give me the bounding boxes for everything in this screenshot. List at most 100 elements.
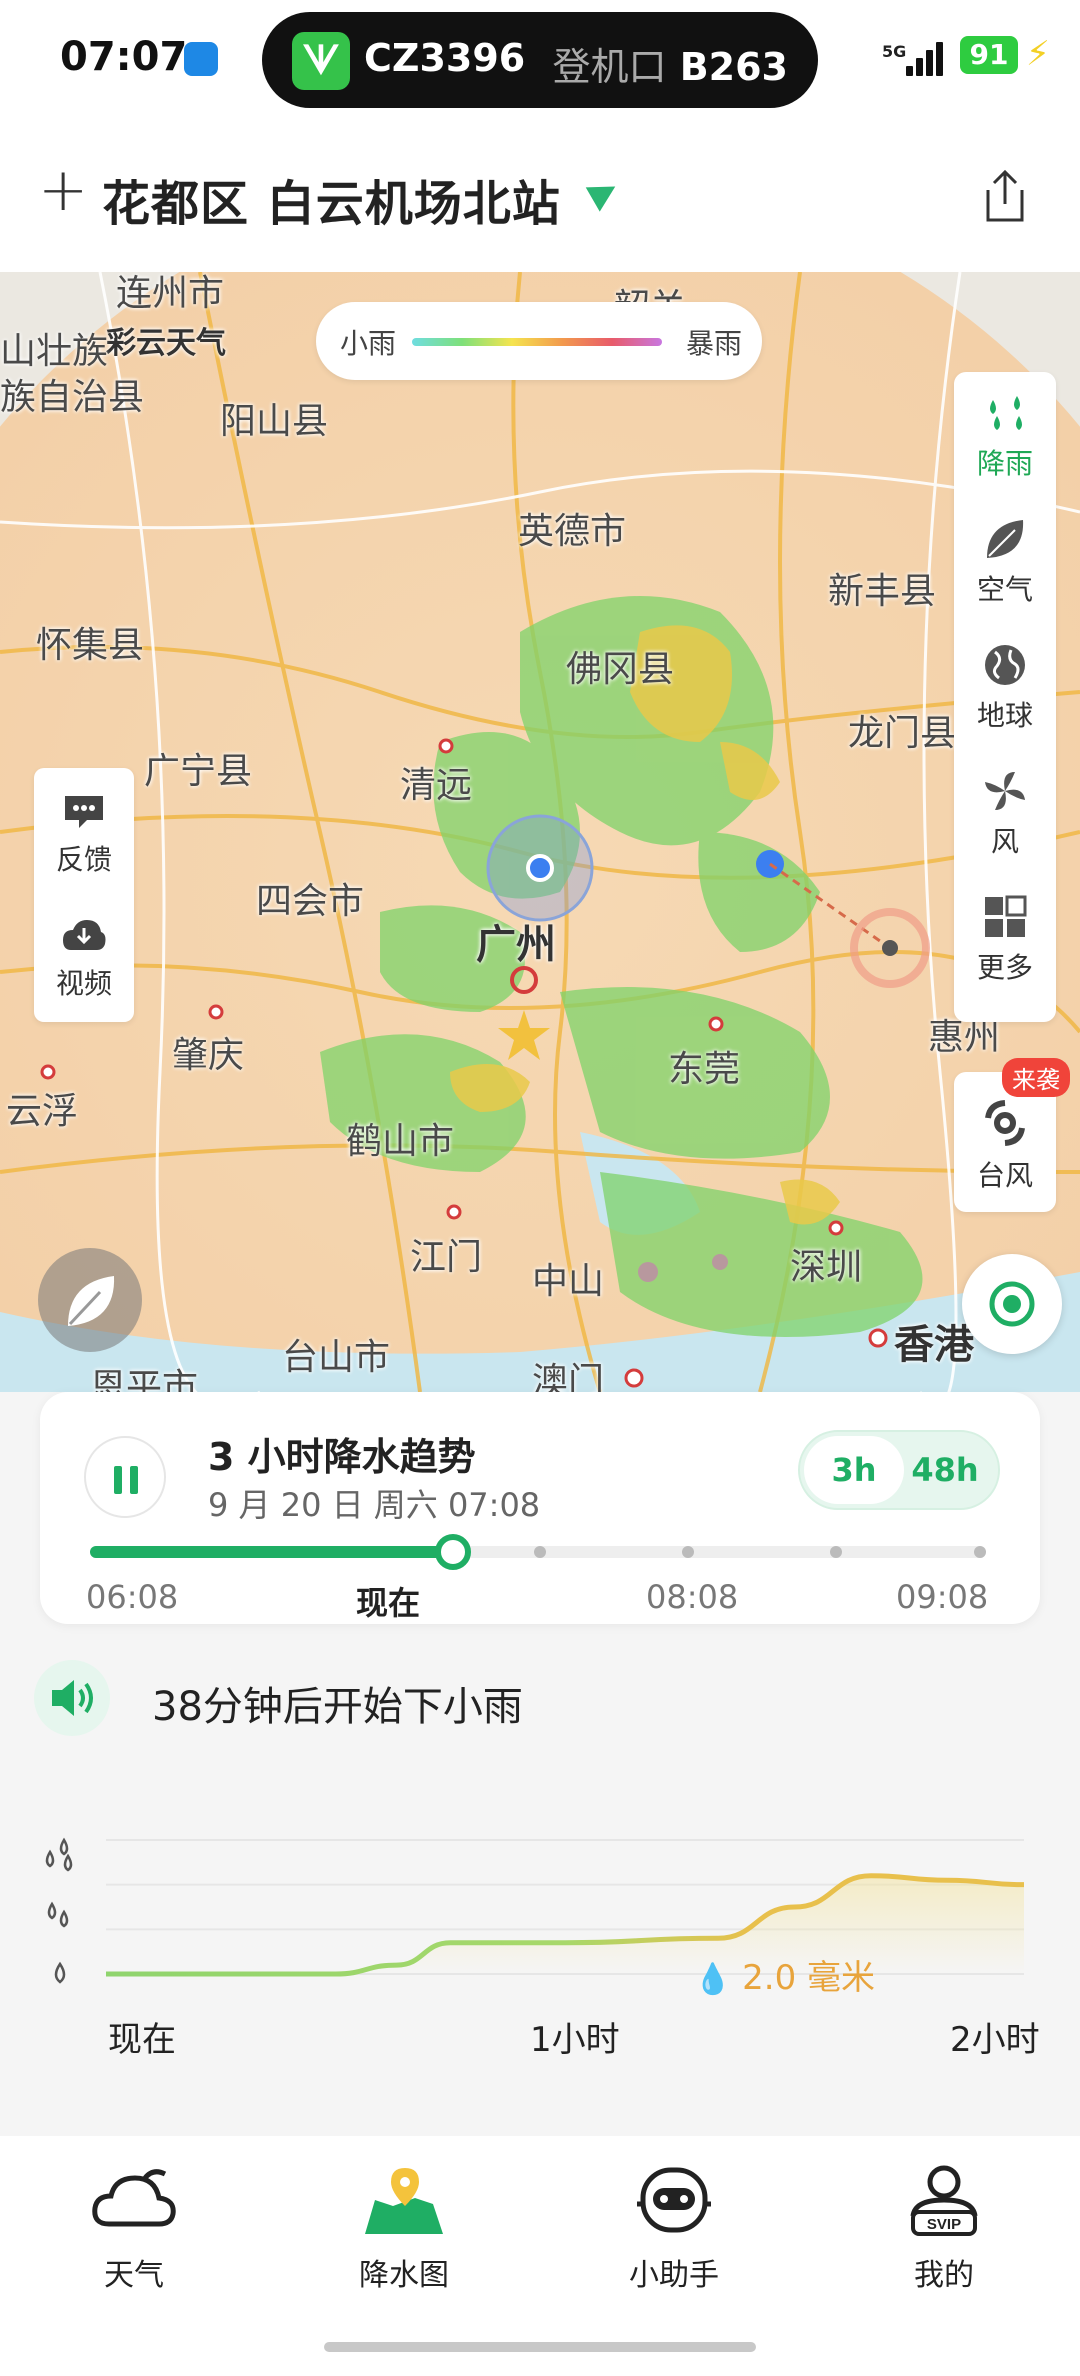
layer-rain-button[interactable]: 降雨: [954, 390, 1056, 482]
speaker-button[interactable]: [34, 1660, 110, 1736]
x-axis-label: 现在: [108, 2020, 176, 2060]
globe-icon: [985, 645, 1025, 685]
nav-assistant[interactable]: 小助手: [594, 2160, 754, 2294]
toggle-3h[interactable]: 3h: [804, 1436, 904, 1504]
layer-globe-button[interactable]: 地球: [954, 642, 1056, 734]
toggle-48h[interactable]: 48h: [900, 1436, 990, 1504]
speaker-icon: [52, 1680, 93, 1716]
nav-weather[interactable]: 天气: [54, 2160, 214, 2294]
map-label: 清远: [400, 765, 473, 806]
nav-rain-map-label: 降水图: [359, 2258, 449, 2293]
rainfall-value-label: 💧 2.0 毫米: [694, 1950, 875, 1999]
map-label: 英德市: [518, 511, 627, 552]
battery-level: 91: [960, 36, 1018, 74]
layer-more-button[interactable]: 更多: [954, 894, 1056, 986]
bottom-navigation: 天气 降水图 小助手 SVIP 我的: [0, 2136, 1080, 2376]
map-label: 澳门: [532, 1361, 605, 1392]
locate-icon: [989, 1281, 1035, 1327]
map-label: 云浮: [6, 1091, 79, 1132]
precipitation-trend-card: 3 小时降水趋势 9 月 20 日 周六 07:08 3h 48h 06:08 …: [40, 1392, 1040, 1624]
home-indicator: [324, 2342, 756, 2352]
rain-alert: 38分钟后开始下小雨: [34, 1660, 1034, 1740]
map-label: 佛冈县: [566, 649, 675, 690]
rainfall-chart: 💧 2.0 毫米 现在 1小时 2小时: [0, 1780, 1080, 2080]
map-label: 山壮族: [0, 331, 109, 372]
map-label: 东莞: [668, 1049, 741, 1090]
add-location-icon[interactable]: +: [38, 160, 88, 220]
location-title[interactable]: 花都区 白云机场北站: [102, 164, 561, 234]
light-rain-drop-icon: [54, 1961, 66, 1984]
radar-map[interactable]: 连州市 韶关 彩云天气 山壮族 族自治县 阳山县 英德市 新丰县 怀集县 佛冈县…: [0, 272, 1080, 1392]
medium-rain-drops-icon: [47, 1901, 69, 1928]
rain-intensity-legend: 小雨 暴雨: [316, 302, 762, 380]
timeline-dot: [830, 1546, 842, 1558]
nav-weather-label: 天气: [104, 2258, 164, 2293]
map-label-city: 广州: [476, 922, 556, 968]
map-label: 龙门县: [848, 713, 957, 754]
legend-gradient: [412, 338, 662, 346]
nav-assistant-label: 小助手: [629, 2258, 719, 2293]
layer-wind-label: 风: [990, 825, 1019, 858]
air-quality-float-button[interactable]: [38, 1248, 142, 1352]
map-label: 族自治县: [0, 377, 145, 418]
nav-profile[interactable]: SVIP 我的: [864, 2160, 1024, 2294]
timeline-slider[interactable]: [90, 1534, 986, 1570]
map-label: 新丰县: [828, 571, 937, 612]
alert-text: 38分钟后开始下小雨: [152, 1684, 523, 1730]
watermark-logo: 彩云天气: [106, 326, 226, 361]
map-label: 江门: [410, 1237, 483, 1278]
locate-me-button[interactable]: [962, 1254, 1062, 1354]
timeline-knob[interactable]: [434, 1534, 471, 1570]
video-button[interactable]: 视频: [34, 916, 134, 1002]
layer-globe-label: 地球: [976, 699, 1033, 732]
pause-button[interactable]: [84, 1436, 166, 1518]
gate-label: 登机口: [552, 45, 667, 89]
nav-profile-label: 我的: [914, 2258, 974, 2293]
feedback-label: 反馈: [55, 843, 112, 876]
typhoon-label: 台风: [976, 1159, 1033, 1192]
current-location-arrow-icon: [585, 174, 623, 212]
map-label: 鹤山市: [346, 1121, 455, 1162]
tick-label: 09:08: [896, 1578, 989, 1616]
rainfall-value: 2.0 毫米: [742, 1958, 876, 1998]
tick-label: 06:08: [86, 1578, 179, 1616]
profile-svip-icon: SVIP: [910, 2165, 978, 2236]
map-label: 怀集县: [36, 625, 145, 666]
wind-icon: [985, 772, 1025, 810]
left-tool-panel: 反馈 视频: [34, 768, 134, 1022]
timeline-progress: [90, 1546, 453, 1558]
typhoon-icon: [985, 1100, 1025, 1146]
video-label: 视频: [55, 967, 112, 1000]
status-bar: 07:07 ᗐ CZ3396 登机口 B263 5G 91 ⚡: [0, 0, 1080, 120]
airline-logo-icon: ᗐ: [292, 32, 350, 90]
map-canvas: [0, 272, 1080, 1392]
layer-air-label: 空气: [976, 573, 1033, 606]
svip-badge: SVIP: [927, 2216, 961, 2233]
dynamic-island-flight[interactable]: ᗐ CZ3396 登机口 B263: [262, 12, 818, 108]
right-layer-panel: 降雨 空气 地球 风 更多: [954, 372, 1056, 1022]
status-time: 07:07: [60, 34, 188, 80]
charging-icon: ⚡: [1026, 34, 1050, 74]
map-label: 中山: [532, 1261, 605, 1302]
layer-more-label: 更多: [976, 951, 1033, 984]
typhoon-badge: 来袭: [1002, 1058, 1070, 1097]
tick-label: 08:08: [646, 1578, 739, 1616]
x-axis-label: 2小时: [950, 2020, 1040, 2060]
cloud-icon: [92, 2169, 176, 2227]
y-axis-icons: [45, 1837, 73, 1984]
gate-info: 登机口 B263: [552, 36, 788, 91]
share-icon[interactable]: [980, 168, 1030, 224]
legend-high-label: 暴雨: [685, 327, 742, 360]
gate-number: B263: [679, 45, 788, 89]
timeline-dot: [974, 1546, 986, 1558]
typhoon-button[interactable]: 来袭 台风: [954, 1058, 1070, 1212]
feedback-button[interactable]: 反馈: [34, 792, 134, 878]
map-label: 深圳: [790, 1247, 863, 1288]
layer-wind-button[interactable]: 风: [954, 768, 1056, 860]
map-label: 台山市: [282, 1337, 391, 1378]
heavy-rain-drops-icon: [45, 1837, 73, 1872]
nav-rain-map[interactable]: 降水图: [324, 2160, 484, 2294]
layer-air-button[interactable]: 空气: [954, 516, 1056, 608]
card-date: 9 月 20 日 周六 07:08: [208, 1486, 541, 1524]
map-label: 肇庆: [172, 1035, 245, 1076]
